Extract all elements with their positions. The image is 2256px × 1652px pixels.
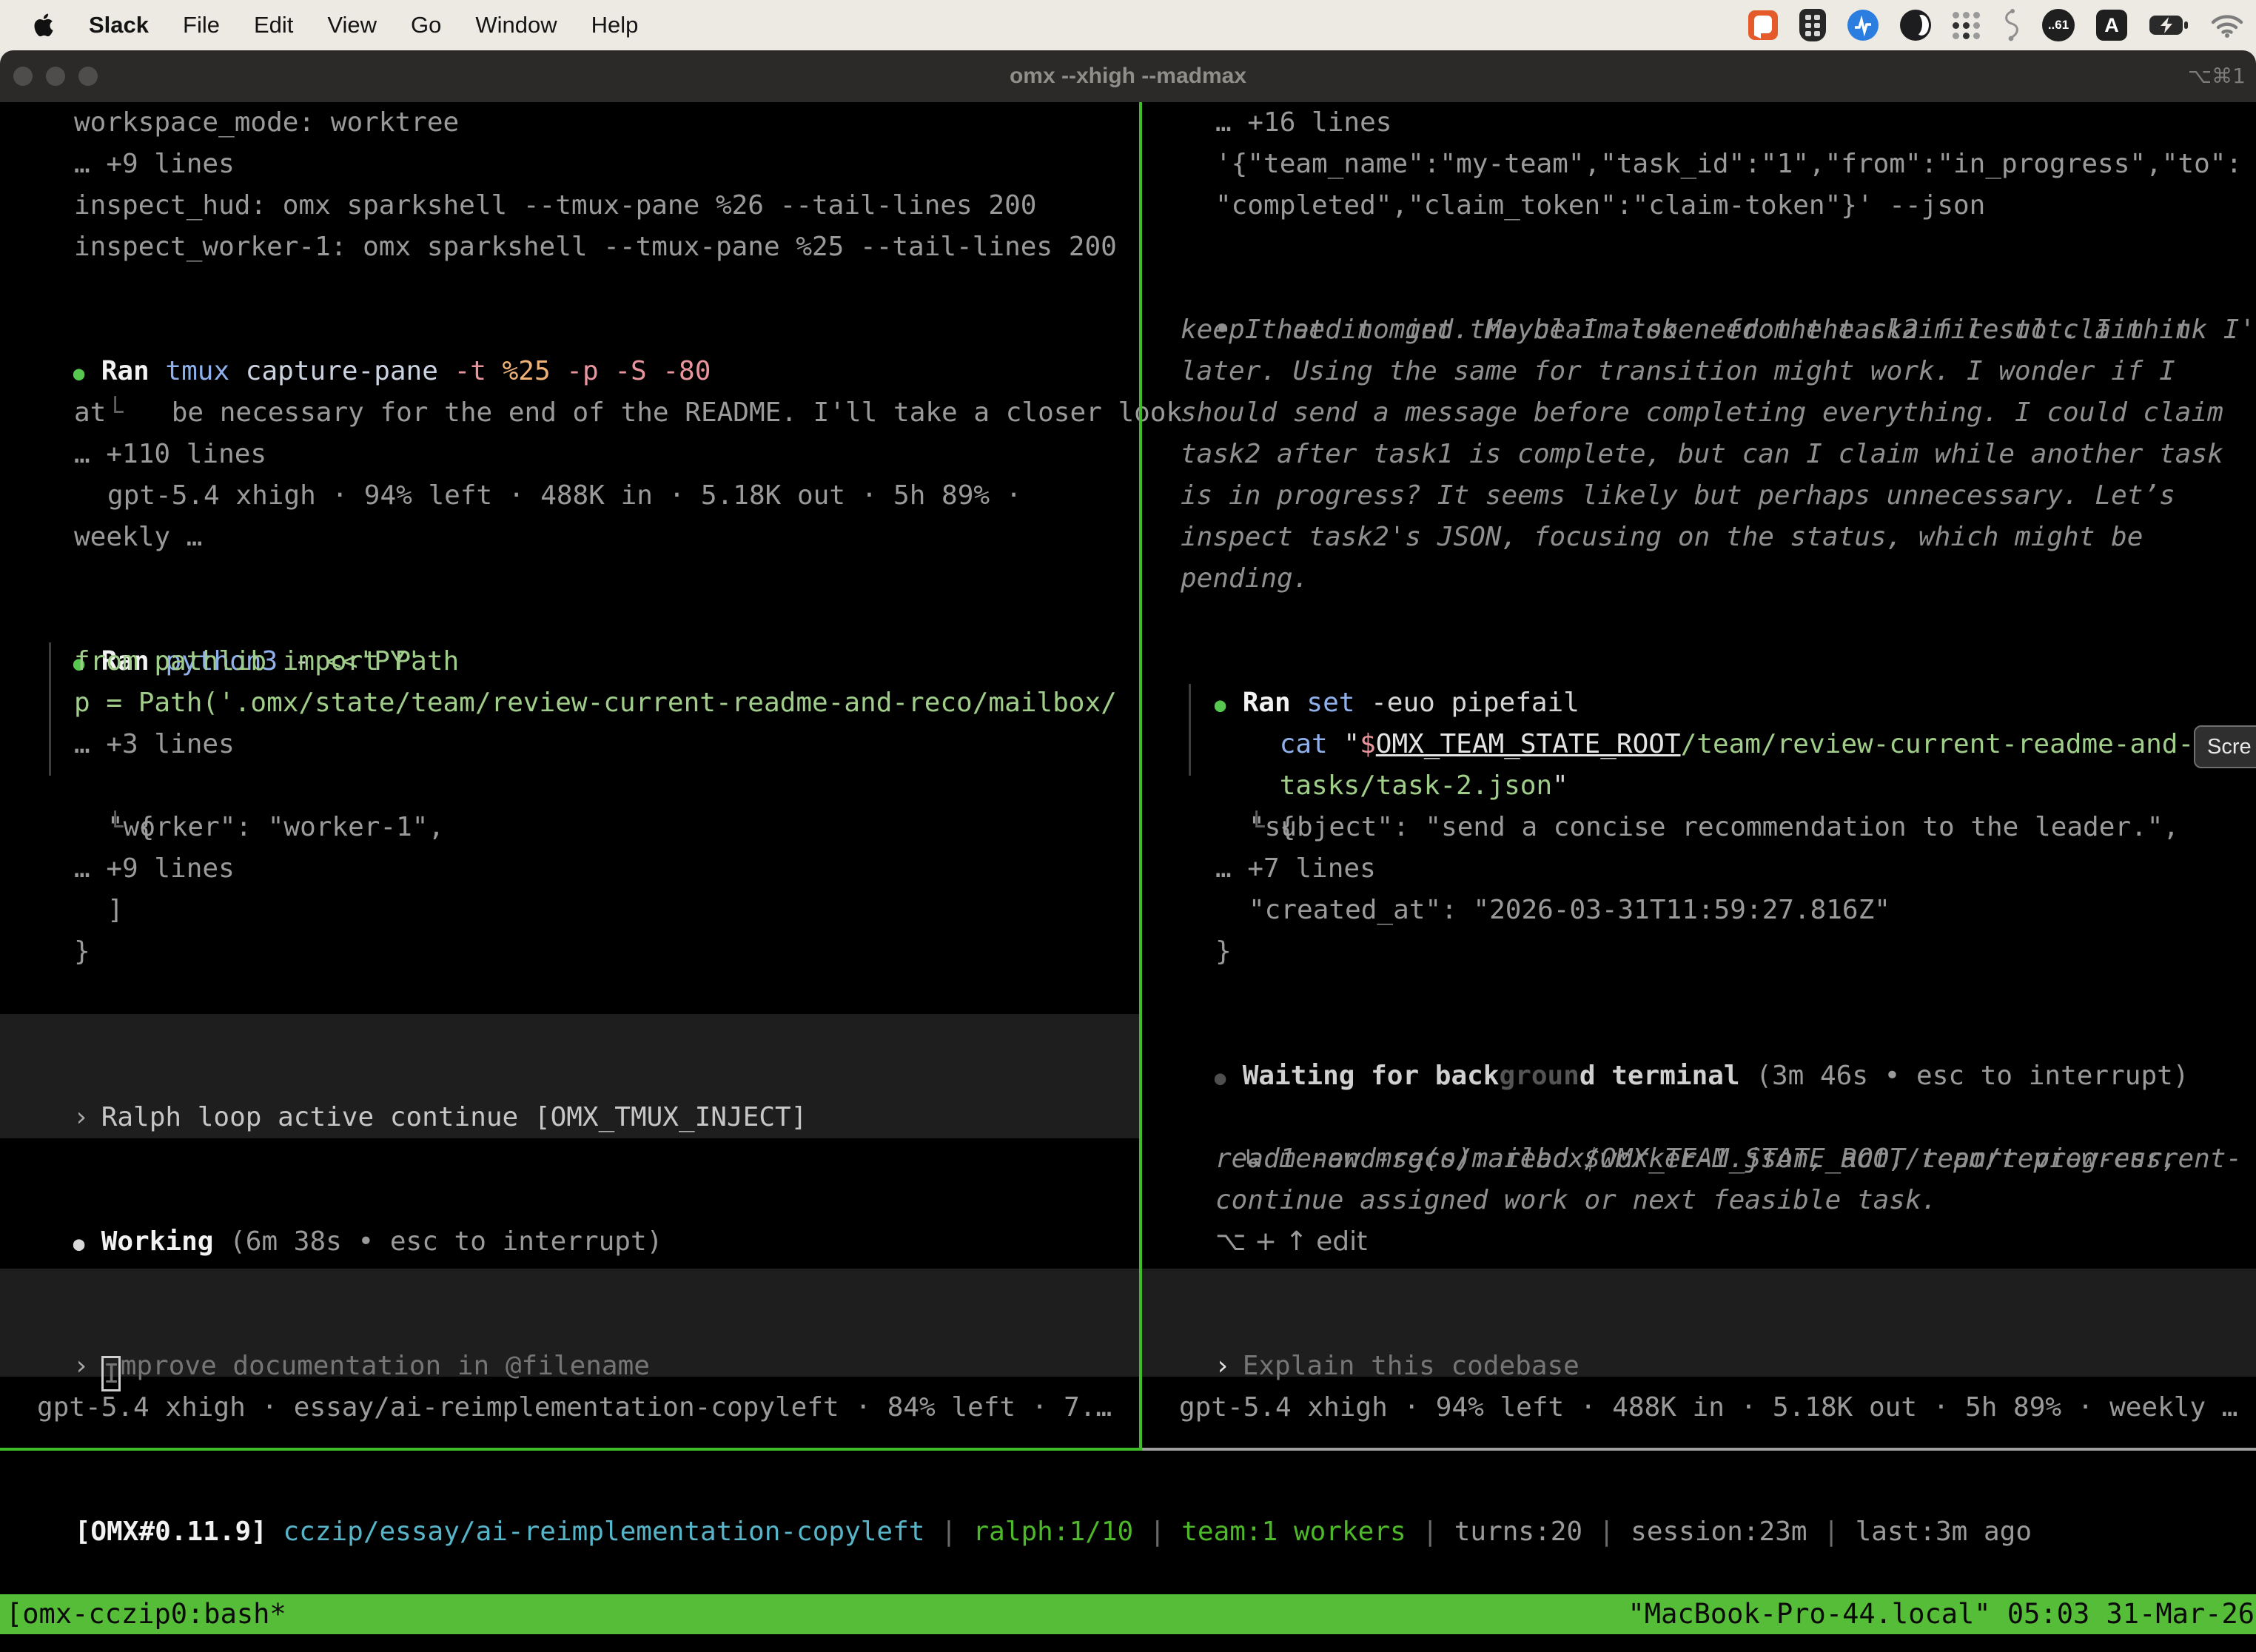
command-result-line: └{ [1184, 765, 1295, 807]
pane-divider-vertical[interactable] [1139, 102, 1142, 1451]
omx-status-line: [OMX#0.11.9] cczip/essay/ai-reimplementa… [10, 1470, 2032, 1511]
prompt-icon: › [1215, 1346, 1243, 1387]
terminal-output-line: "completed","claim_token":"claim-token"}… [1215, 185, 1985, 226]
terminal-window[interactable]: workspace_mode: worktree … +9 lines insp… [0, 102, 2256, 1652]
menu-item-window[interactable]: Window [475, 12, 557, 38]
text-cursor: I [101, 1356, 121, 1391]
terminal-output-line: inspect_hud: omx sparkshell --tmux-pane … [74, 185, 1036, 226]
terminal-output-line: inspect_worker-1: omx sparkshell --tmux-… [74, 226, 1117, 268]
python-code-line: … +3 lines [74, 724, 235, 765]
left-prompt-input[interactable]: ›Improve documentation in @filename [9, 1304, 650, 1346]
right-agent-status-line: gpt-5.4 xhigh · 94% left · 488K in · 5.1… [1179, 1387, 2237, 1428]
command-result-line: … +7 lines [1215, 848, 1376, 890]
menu-item-go[interactable]: Go [411, 12, 441, 38]
terminal-output-line: … +9 lines [74, 144, 235, 185]
cat-command-line: tasks/task-2.json" [1215, 724, 1568, 765]
pane-divider-horizontal-active[interactable] [0, 1448, 1139, 1451]
command-result-line: … +110 lines [74, 434, 266, 475]
chat-app-icon[interactable] [1748, 10, 1778, 40]
terminal-output-line: workspace_mode: worktree [74, 102, 459, 144]
thinking-line: later. Using the same for transition mig… [1181, 351, 2175, 392]
wifi-icon[interactable] [2210, 13, 2244, 38]
command-result-line: gpt-5.4 xhigh · 94% left · 488K in · 5.1… [107, 475, 1021, 517]
ran-tmux-command: ●Ran tmux capture-pane -t %25 -p -S -80 [9, 309, 711, 351]
command-result-line: } [74, 931, 90, 973]
sync-badge-icon[interactable] [1847, 10, 1879, 41]
grid-menu-icon[interactable] [1953, 12, 1980, 39]
working-status: ●Working (6m 38s • esc to interrupt) [9, 1180, 662, 1221]
command-result-line: "subject": "send a concise recommendatio… [1249, 807, 2179, 848]
ran-python-command: ●Ran python3 - <<'PY' [9, 600, 422, 641]
thinking-line: •I need to get the claim token from the … [1150, 268, 2256, 309]
command-block-line [1189, 684, 1191, 776]
prompt-placeholder: mprove documentation in @filename [121, 1351, 650, 1381]
corner-icon: └ [107, 392, 172, 434]
command-result-line: ] [107, 890, 124, 931]
python-code-line: p = Path('.omx/state/team/review-current… [74, 682, 1117, 724]
waiting-status: ●Waiting for background terminal (3m 46s… [1150, 1014, 2189, 1055]
command-block-line [49, 642, 51, 776]
command-result-line: "created_at": "2026-03-31T11:59:27.816Z" [1249, 890, 1890, 931]
window-title-bar: omx --xhigh --madmax ⌥⌘1 [0, 50, 2256, 102]
python-code-line: from pathlib import Path [74, 641, 459, 682]
thinking-line: task2 after task1 is complete, but can I… [1181, 434, 2223, 475]
window-title: omx --xhigh --madmax [0, 50, 2256, 102]
window-shortcut-hint: ⌥⌘1 [2188, 50, 2246, 102]
menu-bar: Slack File Edit View Go Window Help ..61… [0, 0, 2256, 50]
command-result-line: … +9 lines [74, 848, 235, 890]
thinking-line: keep that in mind. Maybe I also need the… [1181, 309, 2191, 351]
menu-item-help[interactable]: Help [591, 12, 639, 38]
apple-icon[interactable] [34, 13, 55, 38]
menu-bar-status-area: ..61 A [1748, 8, 2256, 42]
mailbox-note-line: continue assigned work or next feasible … [1215, 1180, 1937, 1221]
desktop: { "menu_bar": { "app_name": "Slack", "me… [0, 0, 2256, 1652]
thinking-line: inspect task2's JSON, focusing on the st… [1181, 517, 2143, 558]
bullet-icon: ● [73, 1223, 101, 1265]
prompt-icon: › [73, 1097, 101, 1138]
cat-command-line: cat "$OMX_TEAM_STATE_ROOT/team/review-cu… [1215, 682, 2256, 724]
mailbox-note-line: readme-and-reco/mailbox/worker-1.json, a… [1215, 1138, 2178, 1180]
command-result-line: "worker": "worker-1", [107, 807, 444, 848]
command-result-line: } [1215, 931, 1232, 973]
left-agent-status-line: gpt-5.4 xhigh · essay/ai-reimplementatio… [37, 1387, 1112, 1428]
menu-item-view[interactable]: View [327, 12, 377, 38]
privacy-shield-icon[interactable] [1799, 9, 1826, 41]
tmux-session-name[interactable]: [omx-cczip0:bash* [0, 1594, 286, 1634]
prompt-placeholder: Explain this codebase [1243, 1351, 1579, 1381]
mailbox-note-line: ↳1 new msg(s): read $OMX_TEAM_STATE_ROOT… [1181, 1097, 2242, 1138]
shortcut-squiggle-icon[interactable] [2001, 8, 2021, 42]
edit-hint: ⌥ + ↑ edit [1215, 1221, 1367, 1263]
command-result-line: at [74, 392, 106, 434]
bullet-icon: ● [1215, 1058, 1243, 1099]
thinking-line: pending. [1181, 558, 1309, 600]
moon-app-icon[interactable] [1900, 10, 1931, 41]
thinking-line: should send a message before completing … [1181, 392, 2223, 434]
command-result-line: weekly … [74, 517, 202, 558]
tmux-host-time: "MacBook-Pro-44.local" 05:03 31-Mar-26 [1628, 1594, 2256, 1634]
pane-divider-horizontal[interactable] [1142, 1448, 2256, 1451]
inject-banner: ›Ralph loop active continue [OMX_TMUX_IN… [9, 1055, 807, 1097]
battery-icon[interactable] [2149, 14, 2189, 36]
menu-item-edit[interactable]: Edit [254, 12, 293, 38]
right-prompt-input[interactable]: ›Explain this codebase [1150, 1304, 1579, 1346]
tmux-status-bar: [omx-cczip0:bash* "MacBook-Pro-44.local"… [0, 1594, 2256, 1634]
menu-app-name[interactable]: Slack [89, 12, 149, 38]
ran-set-command: ●Ran set -euo pipefail [1150, 641, 1579, 682]
count-badge-icon[interactable]: ..61 [2042, 9, 2075, 41]
command-result-line: └be necessary for the end of the README.… [43, 351, 1182, 392]
menu-bar-left: Slack File Edit View Go Window Help [0, 12, 638, 38]
thinking-line: is in progress? It seems likely but perh… [1181, 475, 2175, 517]
terminal-output-line: '{"team_name":"my-team","task_id":"1","f… [1215, 144, 2242, 185]
terminal-output-line: … +16 lines [1215, 102, 1391, 144]
menu-item-file[interactable]: File [183, 12, 220, 38]
screen-tooltip: Scre [2194, 725, 2256, 768]
input-source-icon[interactable]: A [2096, 10, 2127, 41]
command-result-line: └{ [43, 765, 154, 807]
prompt-icon: › [73, 1346, 101, 1387]
